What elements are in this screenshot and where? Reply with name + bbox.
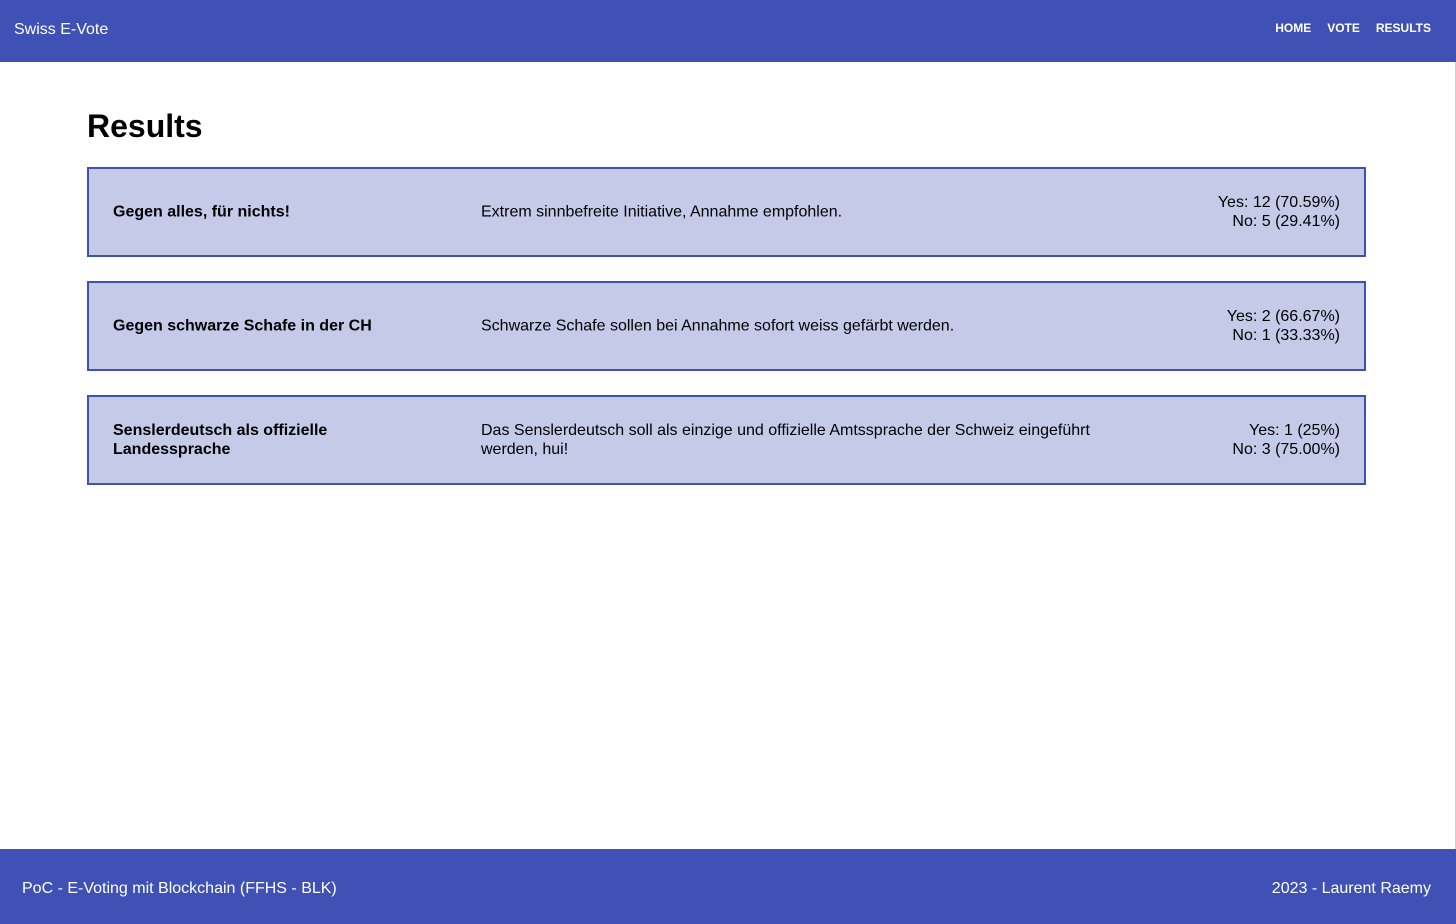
result-card[interactable]: Gegen schwarze Schafe in der CH Schwarze…: [87, 281, 1366, 371]
result-yes-count: Yes: 12 (70.59%): [1217, 194, 1340, 211]
result-no-count: No: 3 (75.00%): [1232, 441, 1340, 458]
footer-project-text: PoC - E-Voting mit Blockchain (FFHS - BL…: [22, 880, 337, 897]
results-list: Gegen alles, für nichts! Extrem sinnbefr…: [87, 167, 1366, 485]
result-description: Schwarze Schafe sollen bei Annahme sofor…: [481, 317, 955, 335]
nav-home-link[interactable]: HOME: [1275, 20, 1311, 36]
result-description: Extrem sinnbefreite Initiative, Annahme …: [481, 203, 843, 221]
result-stats: Yes: 2 (66.67%) No: 1 (33.33%): [1227, 307, 1340, 345]
nav-results-link[interactable]: RESULTS: [1376, 20, 1431, 36]
main-nav: HOME VOTE RESULTS: [1275, 20, 1431, 36]
result-card[interactable]: Gegen alles, für nichts! Extrem sinnbefr…: [87, 167, 1366, 257]
footer: PoC - E-Voting mit Blockchain (FFHS - BL…: [0, 849, 1456, 924]
top-app-bar: Swiss E-Vote HOME VOTE RESULTS: [0, 0, 1456, 62]
result-no-count: No: 5 (29.41%): [1232, 213, 1340, 230]
footer-copyright-text: 2023 - Laurent Raemy: [1271, 880, 1431, 897]
result-stats: Yes: 1 (25%) No: 3 (75.00%): [1232, 421, 1340, 459]
page: Swiss E-Vote HOME VOTE RESULTS Results G…: [0, 0, 1456, 924]
page-title: Results: [87, 108, 203, 144]
result-yes-count: Yes: 2 (66.67%): [1226, 308, 1340, 325]
result-description: Das Senslerdeutsch soll als einzige und …: [481, 422, 1090, 458]
result-yes-count: Yes: 1 (25%): [1248, 422, 1340, 439]
result-title: Gegen schwarze Schafe in der CH: [113, 317, 372, 335]
result-card[interactable]: Senslerdeutsch als offizielle Landesspra…: [87, 395, 1366, 485]
result-title: Gegen alles, für nichts!: [113, 203, 290, 221]
app-title[interactable]: Swiss E-Vote: [14, 20, 108, 40]
result-no-count: No: 1 (33.33%): [1232, 327, 1340, 344]
result-title: Senslerdeutsch als offizielle Landesspra…: [113, 422, 328, 458]
result-stats: Yes: 12 (70.59%) No: 5 (29.41%): [1218, 193, 1340, 231]
nav-vote-link[interactable]: VOTE: [1327, 20, 1360, 36]
main-content: Results Gegen alles, für nichts! Extrem …: [87, 62, 1366, 509]
